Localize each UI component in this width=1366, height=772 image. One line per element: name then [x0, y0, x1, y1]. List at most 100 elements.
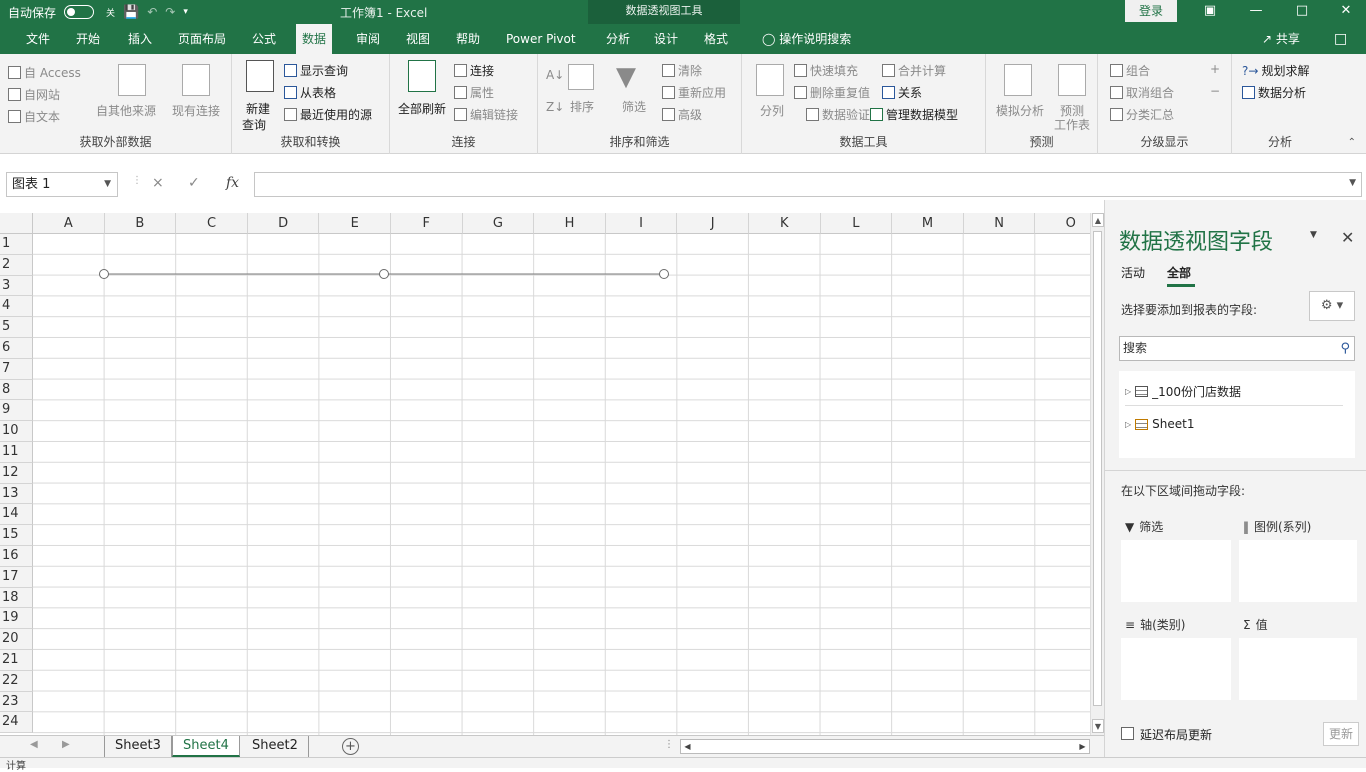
- gear-icon[interactable]: ⚙ ▾: [1309, 291, 1355, 321]
- expand-icon[interactable]: ▷: [1125, 387, 1131, 396]
- expand-formula-icon[interactable]: ▼: [1349, 178, 1356, 188]
- tab-file[interactable]: 文件: [20, 24, 56, 54]
- sheet-tab-sheet2[interactable]: Sheet2: [242, 736, 309, 757]
- close-icon[interactable]: ✕: [1326, 0, 1366, 24]
- legend-drop-zone[interactable]: [1239, 540, 1357, 602]
- new-query-label-1[interactable]: 新建: [246, 100, 270, 117]
- customize-qat-icon[interactable]: ▾: [183, 7, 188, 17]
- field-table-sheet1[interactable]: ▷ Sheet1: [1125, 417, 1194, 431]
- tab-help[interactable]: 帮助: [450, 24, 486, 54]
- tab-format[interactable]: 格式: [698, 24, 734, 54]
- axis-drop-zone[interactable]: [1121, 638, 1231, 700]
- tab-formulas[interactable]: 公式: [246, 24, 282, 54]
- ribbon-display-icon[interactable]: ▣: [1190, 0, 1230, 24]
- resize-handle-right[interactable]: [659, 269, 669, 279]
- name-box[interactable]: 图表 1 ▼: [6, 172, 118, 197]
- login-button[interactable]: 登录: [1125, 0, 1177, 22]
- maximize-icon[interactable]: □: [1282, 0, 1322, 24]
- share-button[interactable]: ↗ 共享: [1262, 24, 1300, 54]
- properties-button[interactable]: 属性: [454, 84, 494, 101]
- group-button[interactable]: 组合: [1110, 62, 1150, 79]
- sheet-tab-sheet4[interactable]: Sheet4: [172, 736, 240, 757]
- refresh-all-button[interactable]: 全部刷新: [398, 100, 446, 117]
- tell-me-search[interactable]: ◯ 操作说明搜索: [756, 24, 857, 54]
- tab-insert[interactable]: 插入: [122, 24, 158, 54]
- advanced-button[interactable]: 高级: [662, 106, 702, 123]
- minimize-icon[interactable]: —: [1236, 0, 1276, 24]
- from-table-button[interactable]: 从表格: [284, 84, 336, 101]
- resize-handle-left[interactable]: [99, 269, 109, 279]
- consolidate-button[interactable]: 合并计算: [882, 62, 946, 79]
- data-analysis-button[interactable]: 数据分析: [1242, 84, 1306, 101]
- tab-data[interactable]: 数据: [296, 24, 333, 54]
- values-drop-zone[interactable]: [1239, 638, 1357, 700]
- tab-analyze[interactable]: 分析: [600, 24, 636, 54]
- search-icon[interactable]: ⚲: [1340, 337, 1350, 360]
- chevron-down-icon[interactable]: ▼: [104, 173, 111, 196]
- forecast-sheet-label-2[interactable]: 工作表: [1054, 116, 1090, 133]
- close-panel-icon[interactable]: ✕: [1341, 228, 1354, 247]
- sort-button[interactable]: 排序: [570, 98, 594, 115]
- tab-power-pivot[interactable]: Power Pivot: [500, 24, 582, 54]
- from-web-button[interactable]: 自网站: [8, 86, 60, 103]
- new-query-label-2[interactable]: 查询: [242, 116, 266, 133]
- panel-options-icon[interactable]: ▼: [1310, 230, 1317, 240]
- insert-function-icon[interactable]: fx: [226, 175, 239, 191]
- update-button[interactable]: 更新: [1323, 722, 1359, 746]
- collapse-ribbon-icon[interactable]: ⌃: [1348, 137, 1356, 148]
- autosave-toggle[interactable]: [64, 5, 95, 19]
- horizontal-scrollbar[interactable]: ◀ ▶: [680, 739, 1090, 754]
- resize-handle-middle[interactable]: [379, 269, 389, 279]
- clear-button[interactable]: 清除: [662, 62, 702, 79]
- relationships-button[interactable]: 关系: [882, 84, 922, 101]
- tab-split-icon[interactable]: ⋮: [664, 739, 674, 750]
- tab-review[interactable]: 审阅: [350, 24, 386, 54]
- filter-button[interactable]: 筛选: [622, 98, 646, 115]
- reapply-button[interactable]: 重新应用: [662, 84, 726, 101]
- redo-icon[interactable]: ↷: [165, 5, 175, 19]
- subtotal-button[interactable]: 分类汇总: [1110, 106, 1174, 123]
- defer-update-checkbox[interactable]: [1121, 727, 1134, 740]
- existing-connections-button[interactable]: 现有连接: [172, 102, 220, 119]
- connections-button[interactable]: 连接: [454, 62, 494, 79]
- worksheet-grid[interactable]: ABCDEFGHIJKLMNO 1 2 3 4 5 6 7 8 9 10 11 12 13 14 15 16 1…: [0, 213, 1090, 735]
- next-sheet-icon[interactable]: ▶: [62, 739, 70, 750]
- filter-drop-zone[interactable]: [1121, 540, 1231, 602]
- expand-icon[interactable]: ▷: [1125, 420, 1131, 429]
- text-to-columns-button[interactable]: 分列: [760, 102, 784, 119]
- add-sheet-icon[interactable]: +: [342, 738, 359, 755]
- tab-design[interactable]: 设计: [648, 24, 684, 54]
- sort-az-icon[interactable]: A↓: [546, 68, 564, 82]
- sheet-tab-sheet3[interactable]: Sheet3: [104, 736, 172, 757]
- solver-button[interactable]: ?→ 规划求解: [1242, 62, 1309, 79]
- enter-icon[interactable]: ✓: [188, 175, 200, 191]
- data-validation-button[interactable]: 数据验证: [806, 106, 870, 123]
- tab-home[interactable]: 开始: [70, 24, 106, 54]
- manage-data-model-button[interactable]: 管理数据模型: [870, 106, 958, 123]
- scroll-down-icon[interactable]: ▼: [1092, 719, 1104, 733]
- ungroup-button[interactable]: 取消组合: [1110, 84, 1174, 101]
- tab-active-fields[interactable]: 活动: [1121, 264, 1145, 281]
- flash-fill-button[interactable]: 快速填充: [794, 62, 858, 79]
- recent-sources-button[interactable]: 最近使用的源: [284, 106, 372, 123]
- vertical-scrollbar[interactable]: ▲ ▼: [1090, 213, 1104, 735]
- cancel-icon[interactable]: ×: [152, 175, 164, 191]
- prev-sheet-icon[interactable]: ◀: [30, 739, 38, 750]
- vertical-scroll-thumb[interactable]: [1093, 231, 1102, 706]
- show-queries-button[interactable]: 显示查询: [284, 62, 348, 79]
- save-icon[interactable]: 💾: [123, 5, 139, 20]
- remove-duplicates-button[interactable]: 删除重复值: [794, 84, 870, 101]
- tab-page-layout[interactable]: 页面布局: [172, 24, 232, 54]
- hide-detail-icon[interactable]: −: [1210, 84, 1220, 98]
- comments-icon[interactable]: □: [1334, 24, 1347, 54]
- scroll-right-icon[interactable]: ▶: [1076, 740, 1089, 753]
- edit-links-button[interactable]: 编辑链接: [454, 106, 518, 123]
- scroll-left-icon[interactable]: ◀: [681, 740, 694, 753]
- show-detail-icon[interactable]: +: [1210, 62, 1220, 76]
- scroll-up-icon[interactable]: ▲: [1092, 213, 1104, 227]
- field-search-input[interactable]: 搜索 ⚲: [1119, 336, 1355, 361]
- tab-all-fields[interactable]: 全部: [1167, 264, 1196, 287]
- field-table-100-stores[interactable]: ▷ _100份门店数据: [1125, 383, 1241, 400]
- from-access-button[interactable]: 自 Access: [8, 64, 81, 81]
- other-sources-button[interactable]: 自其他来源: [96, 102, 156, 119]
